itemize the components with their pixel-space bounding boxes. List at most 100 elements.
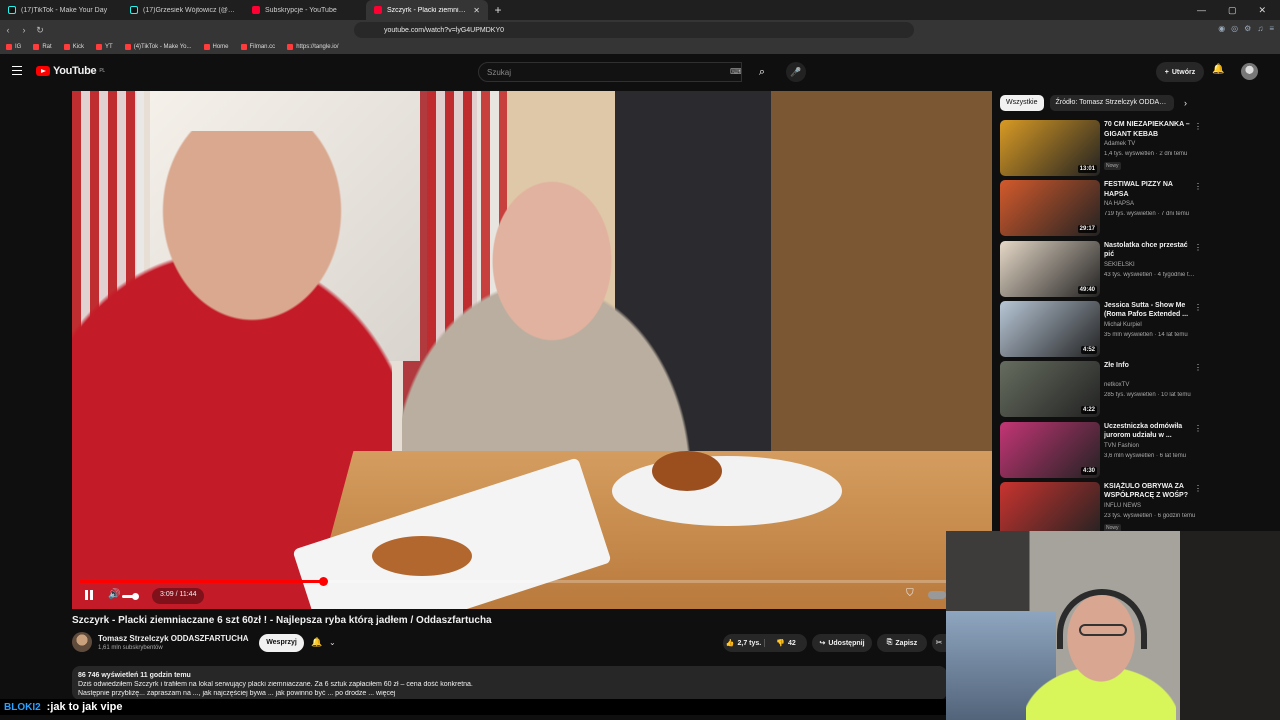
bookmark-item[interactable]: Rat	[33, 44, 52, 50]
keyboard-icon[interactable]: ⌨	[730, 67, 742, 76]
volume-icon[interactable]: 🔊	[108, 589, 120, 600]
more-options-icon[interactable]: ⋮	[1194, 182, 1202, 191]
thumbs-down-icon: 👎	[776, 640, 785, 647]
recommendation-item[interactable]: 29:17 FESTIWAL PIZZY NA HAPSA NA HAPSA 719 …	[1000, 180, 1202, 238]
extension-icon[interactable]: ◉	[1218, 24, 1225, 33]
recommendation-item[interactable]: 13:01 70 CM NIEZAPIEKANKA – GIGANT KEBAB …	[1000, 120, 1202, 178]
channel-name[interactable]: Tomasz Strzelczyk ODDASZFARTUCHA	[98, 634, 249, 643]
recommendation-title[interactable]: KSIĄŻULO OBRYWA ZA WSPÓŁPRACĘ Z WOŚP? ..…	[1104, 482, 1190, 501]
recommendation-channel[interactable]: TVN Fashion	[1104, 443, 1139, 449]
recommendation-thumbnail[interactable]: 4:30	[1000, 421, 1100, 478]
scissors-icon: ✂	[935, 638, 943, 647]
browser-tab-bar: (17)TikTok - Make Your Day (17)Grzesiek …	[0, 0, 1280, 20]
recommendation-channel[interactable]: SEKIELSKI	[1104, 262, 1135, 268]
recommendation-title[interactable]: Złe Info	[1104, 361, 1190, 371]
recommendation-channel[interactable]: NA HAPSA	[1104, 201, 1134, 207]
browser-tab[interactable]: (17)Grzesiek Wójtowicz (@grzesiek...	[122, 0, 244, 20]
create-button[interactable]: + Utwórz	[1156, 62, 1204, 82]
bookmark-item[interactable]: Home	[203, 44, 229, 50]
notifications-bell-icon[interactable]: 🔔	[1212, 64, 1224, 75]
pause-icon[interactable]	[84, 589, 94, 601]
music-icon[interactable]: ♫	[1257, 24, 1263, 33]
url-field[interactable]: youtube.com/watch?v=lyG4UPMDKY0	[354, 22, 914, 38]
recommendation-channel[interactable]: Michał Kurpiel	[1104, 322, 1142, 328]
recommendation-title[interactable]: Uczestniczka odmówiła jurorom udziału w …	[1104, 422, 1190, 441]
chevron-down-icon[interactable]: ⌄	[329, 638, 336, 647]
bookmark-item[interactable]: IG	[6, 44, 21, 50]
microphone-icon[interactable]: 🎤	[786, 62, 806, 82]
avatar[interactable]	[1241, 63, 1258, 80]
subscription-bell-icon[interactable]: 🔔	[311, 637, 322, 648]
channel-avatar[interactable]	[72, 632, 92, 652]
recommendation-thumbnail[interactable]: 4:52	[1000, 300, 1100, 357]
video-player[interactable]: 🔊 3:09 / 11:44 ⛉ ▤ ⚙	[72, 91, 992, 609]
bookmark-item[interactable]: Kick	[63, 44, 84, 50]
thumbs-up-icon: 👍	[725, 640, 735, 647]
browser-tab[interactable]: Subskrypcje - YouTube	[244, 0, 366, 20]
search-input[interactable]: Szukaj	[478, 62, 742, 82]
minimize-icon[interactable]: —	[1197, 5, 1206, 16]
sponsor-icon[interactable]: ⛉	[906, 588, 914, 599]
close-window-icon[interactable]: ✕	[1258, 5, 1266, 16]
chevron-right-icon[interactable]: ›	[1184, 98, 1187, 108]
recommendation-title[interactable]: Jessica Sutta - Show Me (Roma Pafos Exte…	[1104, 301, 1190, 320]
video-description[interactable]: 86 746 wyświetleń 11 godzin temu Dziś od…	[72, 666, 947, 700]
progress-bar[interactable]	[80, 577, 984, 586]
recommendation-title[interactable]: Nastolatka chce przestać pić	[1104, 241, 1190, 260]
youtube-logo[interactable]: YouTube PL	[36, 65, 105, 77]
recommendation-item[interactable]: 4:22 Złe Info netkoxTV 285 tys. wyświetleń …	[1000, 361, 1202, 419]
more-options-icon[interactable]: ⋮	[1194, 243, 1202, 252]
support-button[interactable]: Wesprzyj	[259, 634, 304, 652]
video-title: Szczyrk - Placki ziemniaczane 6 szt 60zł…	[72, 615, 492, 626]
search-button[interactable]: ⌕	[750, 62, 774, 82]
chat-overlay: BLOKI2 :jak to jak vipe	[0, 699, 946, 715]
back-icon[interactable]: ‹	[0, 25, 16, 35]
share-button[interactable]: ↪ Udostępnij	[812, 634, 872, 652]
video-duration: 4:52	[1080, 345, 1097, 354]
clip-button[interactable]: ✂	[932, 634, 946, 652]
like-button[interactable]: 👍 2,7 tys.	[723, 639, 765, 647]
recommendation-thumbnail[interactable]: 49:40	[1000, 240, 1100, 297]
more-options-icon[interactable]: ⋮	[1194, 122, 1202, 131]
hamburger-menu-icon[interactable]	[12, 66, 22, 75]
bookmark-item[interactable]: YT	[96, 44, 113, 50]
recommendation-thumbnail[interactable]	[1000, 481, 1100, 538]
maximize-icon[interactable]: ▢	[1228, 5, 1237, 16]
new-tab-button[interactable]: +	[488, 3, 508, 17]
bookmark-item[interactable]: Filman.cc	[240, 44, 275, 50]
reload-icon[interactable]: ↻	[32, 25, 48, 36]
recommendation-title[interactable]: FESTIWAL PIZZY NA HAPSA	[1104, 180, 1190, 199]
close-tab-icon[interactable]: ✕	[473, 6, 480, 15]
chip-from-channel[interactable]: Źródło: Tomasz Strzelczyk ODDASZFARTUCHA	[1049, 95, 1174, 111]
extension-icon[interactable]: ◎	[1231, 24, 1238, 33]
recommendation-channel[interactable]: netkoxTV	[1104, 382, 1129, 388]
extension-icon[interactable]: ⚙	[1244, 24, 1251, 33]
bookmark-item[interactable]: (4)TikTok - Make Yo...	[124, 44, 192, 50]
menu-icon[interactable]: ≡	[1269, 24, 1274, 33]
more-options-icon[interactable]: ⋮	[1194, 303, 1202, 312]
autoplay-toggle[interactable]	[927, 591, 946, 599]
dislike-button[interactable]: 👎 42	[765, 639, 807, 648]
recommendation-item[interactable]: 4:52 Jessica Sutta - Show Me (Roma Pafos …	[1000, 300, 1202, 359]
browser-tab[interactable]: (17)TikTok - Make Your Day	[0, 0, 122, 20]
save-button[interactable]: ⎘ Zapisz	[877, 634, 927, 652]
bookmarks-bar: IG Rat Kick YT (4)TikTok - Make Yo... Ho…	[0, 40, 1280, 54]
recommendation-thumbnail[interactable]: 13:01	[1000, 120, 1100, 176]
more-options-icon[interactable]: ⋮	[1194, 424, 1202, 433]
more-options-icon[interactable]: ⋮	[1194, 363, 1202, 372]
recommendation-channel[interactable]: INFLU NEWS	[1104, 503, 1141, 509]
recommendation-channel[interactable]: Adamek TV	[1104, 141, 1135, 147]
chip-all[interactable]: Wszystkie	[1000, 95, 1044, 111]
video-frame-food	[652, 451, 722, 491]
bookmark-item[interactable]: https://tangle.io/	[287, 44, 339, 50]
recommendation-item[interactable]: 4:30 Uczestniczka odmówiła jurorom udział…	[1000, 421, 1202, 480]
recommendation-title[interactable]: 70 CM NIEZAPIEKANKA – GIGANT KEBAB Czebu…	[1104, 120, 1190, 139]
recommendation-thumbnail[interactable]: 29:17	[1000, 180, 1100, 237]
forward-icon[interactable]: ›	[16, 25, 32, 35]
recommendation-item[interactable]: 49:40 Nastolatka chce przestać pić SEKIELS…	[1000, 240, 1202, 299]
more-options-icon[interactable]: ⋮	[1194, 484, 1202, 493]
browser-tab-active[interactable]: Szczyrk - Placki ziemniaczane...✕	[366, 0, 488, 20]
chat-message: :jak to jak vipe	[46, 701, 123, 713]
volume-slider[interactable]	[122, 593, 139, 600]
recommendation-thumbnail[interactable]: 4:22	[1000, 361, 1100, 418]
